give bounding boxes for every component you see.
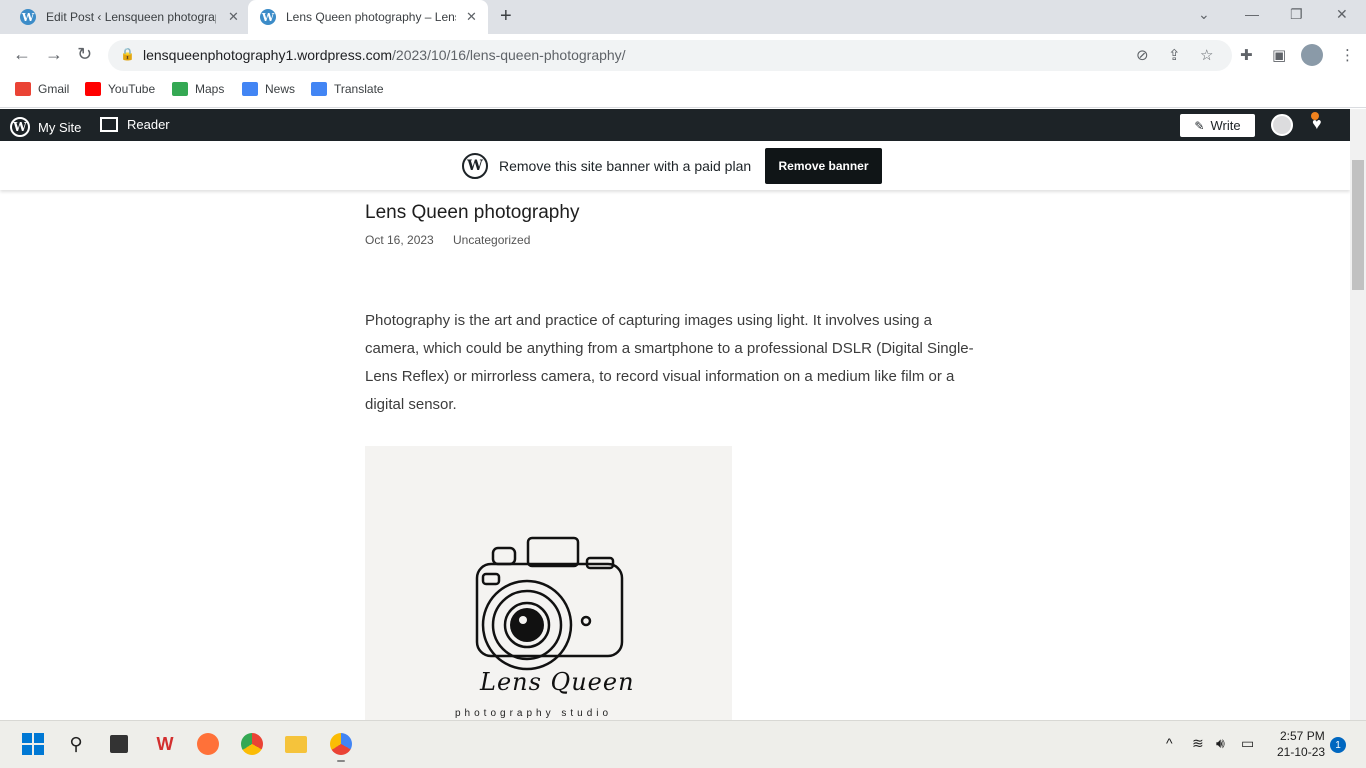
user-avatar[interactable] bbox=[1271, 114, 1293, 136]
close-tab-icon[interactable]: ✕ bbox=[466, 9, 477, 25]
tab-title: Lens Queen photography – Lens bbox=[286, 10, 456, 24]
minimize-button[interactable]: — bbox=[1245, 6, 1259, 22]
close-tab-icon[interactable]: ✕ bbox=[228, 9, 239, 25]
browser-tab-lens-queen[interactable]: W Lens Queen photography – Lens ✕ bbox=[248, 0, 488, 34]
bookmark-label: News bbox=[265, 82, 296, 96]
tab-title: Edit Post ‹ Lensqueen photograp bbox=[46, 10, 216, 24]
write-label: Write bbox=[1210, 118, 1241, 133]
show-hidden-icons-icon[interactable]: ^ bbox=[1166, 735, 1173, 751]
url-path: /2023/10/16/lens-queen-photography/ bbox=[392, 47, 626, 63]
translate-icon bbox=[311, 82, 327, 96]
bookmark-star-icon[interactable]: ☆ bbox=[1200, 46, 1213, 64]
reader-icon bbox=[100, 117, 118, 132]
back-button[interactable]: ← bbox=[13, 44, 31, 65]
new-tab-button[interactable]: + bbox=[500, 5, 512, 28]
firefox-icon[interactable] bbox=[195, 731, 221, 757]
wordpress-logo-icon: W bbox=[462, 153, 488, 179]
wordpress-logo-icon: W bbox=[10, 117, 30, 137]
maps-icon bbox=[172, 82, 188, 96]
remove-banner-button[interactable]: Remove banner bbox=[765, 148, 882, 184]
reload-button[interactable]: ↻ bbox=[77, 44, 92, 65]
clock-time[interactable]: 2:57 PM bbox=[1280, 729, 1325, 743]
share-icon[interactable]: ⇪ bbox=[1168, 46, 1181, 64]
notification-dot bbox=[1311, 112, 1319, 120]
tab-search-icon[interactable]: ⌄ bbox=[1198, 6, 1210, 23]
my-site-label: My Site bbox=[38, 119, 82, 135]
extensions-icon[interactable]: ✚ bbox=[1240, 46, 1253, 64]
bookmark-label: Maps bbox=[195, 82, 225, 96]
menu-icon[interactable]: ⋮ bbox=[1340, 46, 1355, 64]
chrome-profile-icon[interactable] bbox=[328, 731, 354, 757]
wordpress-favicon-icon: W bbox=[20, 9, 36, 25]
write-button[interactable]: ✎ Write bbox=[1180, 114, 1255, 137]
notification-count-badge[interactable]: 1 bbox=[1330, 737, 1346, 753]
chrome-icon[interactable] bbox=[239, 731, 265, 757]
bookmark-news[interactable]: News bbox=[242, 82, 295, 96]
wifi-icon[interactable]: ≋ bbox=[1192, 735, 1204, 752]
bookmark-label: YouTube bbox=[108, 82, 156, 96]
url-domain: lensqueenphotography1.wordpress.com bbox=[143, 47, 393, 63]
bookmark-youtube[interactable]: YouTube bbox=[85, 82, 155, 96]
bookmark-maps[interactable]: Maps bbox=[172, 82, 224, 96]
browser-tab-edit-post[interactable]: W Edit Post ‹ Lensqueen photograp ✕ bbox=[8, 0, 248, 34]
post-category[interactable]: Uncategorized bbox=[453, 233, 530, 247]
my-site-link[interactable]: W My Site bbox=[10, 117, 81, 137]
image-title: Lens Queen bbox=[480, 668, 635, 696]
forward-button[interactable]: → bbox=[45, 44, 63, 65]
battery-icon[interactable]: ▭ bbox=[1241, 735, 1254, 752]
youtube-icon bbox=[85, 82, 101, 96]
post-body: Photography is the art and practice of c… bbox=[365, 312, 974, 413]
bookmark-label: Gmail bbox=[38, 82, 70, 96]
banner-text: Remove this site banner with a paid plan bbox=[499, 158, 752, 174]
close-window-button[interactable]: ✕ bbox=[1336, 6, 1348, 23]
search-icon[interactable]: ⚲ bbox=[63, 731, 89, 757]
bookmark-label: Translate bbox=[334, 82, 384, 96]
bookmark-gmail[interactable]: Gmail bbox=[15, 82, 69, 96]
post-title[interactable]: Lens Queen photography bbox=[365, 202, 579, 224]
news-icon bbox=[242, 82, 258, 96]
wordpress-favicon-icon: W bbox=[260, 9, 276, 25]
side-panel-icon[interactable]: ▣ bbox=[1272, 46, 1286, 64]
eye-slash-icon[interactable]: ⊘ bbox=[1136, 46, 1149, 64]
image-subtitle: photography studio bbox=[455, 708, 613, 719]
restore-button[interactable]: ❐ bbox=[1290, 6, 1303, 23]
volume-icon[interactable]: 🔊︎ bbox=[1216, 735, 1225, 752]
clock-date[interactable]: 21-10-23 bbox=[1277, 745, 1325, 759]
task-view-icon[interactable] bbox=[106, 731, 132, 757]
gmail-icon bbox=[15, 82, 31, 96]
scrollbar-thumb[interactable] bbox=[1352, 160, 1364, 290]
active-app-indicator bbox=[337, 760, 345, 762]
url-text[interactable]: lensqueenphotography1.wordpress.com/2023… bbox=[143, 47, 626, 63]
wordpress-admin-bar bbox=[0, 109, 1350, 141]
reader-link[interactable]: Reader bbox=[100, 117, 170, 132]
post-date[interactable]: Oct 16, 2023 bbox=[365, 233, 434, 247]
quill-icon: ✎ bbox=[1194, 118, 1205, 133]
bookmark-translate[interactable]: Translate bbox=[311, 82, 384, 96]
windows-logo-icon bbox=[22, 733, 44, 755]
file-explorer-icon[interactable] bbox=[283, 731, 309, 757]
profile-avatar[interactable] bbox=[1301, 44, 1323, 66]
lock-icon[interactable]: 🔒 bbox=[120, 47, 135, 61]
wps-office-icon[interactable]: W bbox=[152, 731, 178, 757]
reader-label: Reader bbox=[127, 117, 170, 132]
start-button[interactable] bbox=[20, 731, 46, 757]
